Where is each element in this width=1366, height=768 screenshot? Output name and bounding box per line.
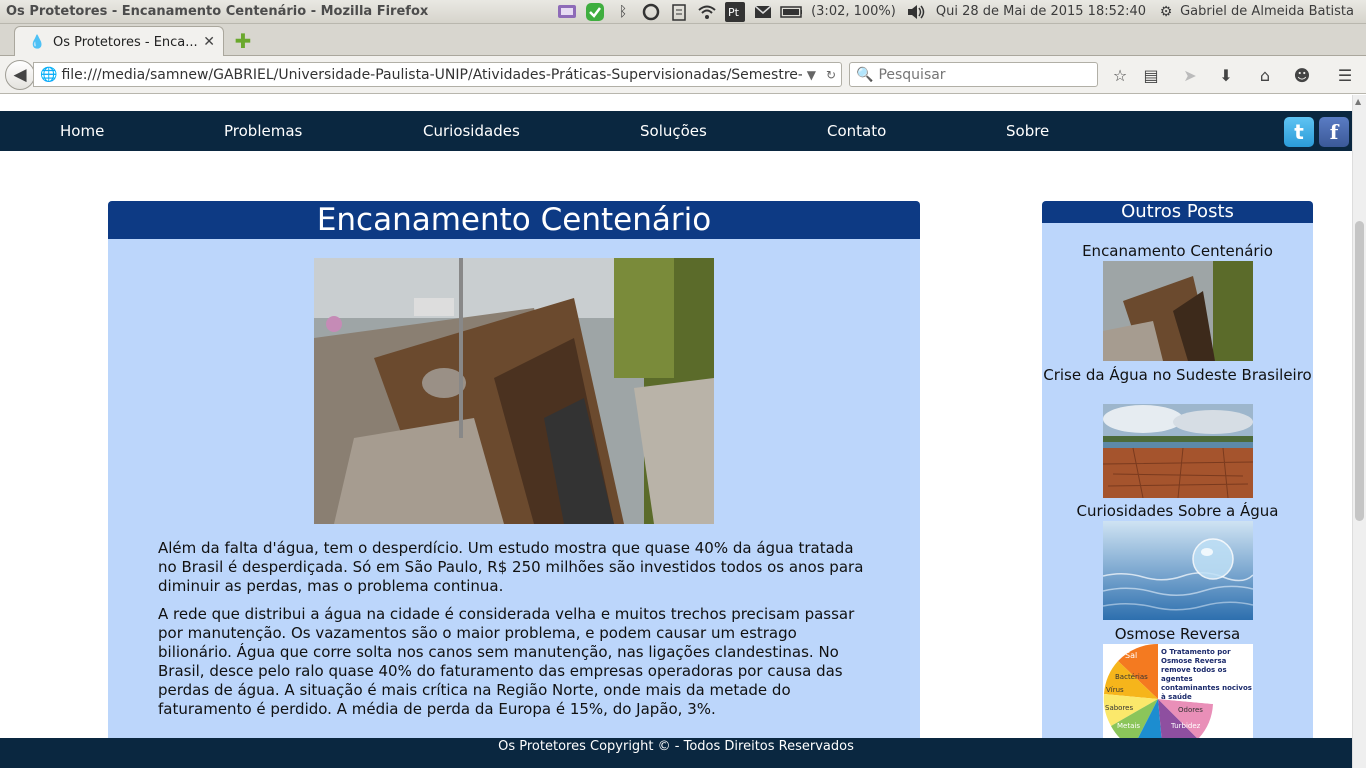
- url-text[interactable]: file:///media/samnew/GABRIEL/Universidad…: [61, 67, 801, 83]
- page-viewport: Home Problemas Curiosidades Soluções Con…: [0, 95, 1366, 768]
- search-box[interactable]: 🔍: [849, 62, 1098, 87]
- window-title: Os Protetores - Encanamento Centenário -…: [6, 4, 429, 19]
- navigation-toolbar: ◀ 🌐 file:///media/samnew/GABRIEL/Univers…: [0, 56, 1366, 94]
- os-top-panel: Os Protetores - Encanamento Centenário -…: [0, 0, 1366, 24]
- mail-icon[interactable]: [752, 1, 774, 23]
- tab-strip: 💧 Os Protetores - Enca... ✕ ✚: [0, 24, 1366, 57]
- screen-icon[interactable]: [556, 1, 578, 23]
- article-body: Além da falta d'água, tem o desperdício.…: [158, 539, 872, 728]
- scroll-thumb[interactable]: [1355, 221, 1364, 521]
- tab-active[interactable]: 💧 Os Protetores - Enca... ✕: [14, 26, 224, 57]
- page-scrollbar[interactable]: ▲: [1352, 95, 1366, 768]
- history-dropdown-icon[interactable]: ▼: [807, 68, 816, 82]
- wifi-icon[interactable]: [696, 1, 718, 23]
- sidebar-post-thumb-encanamento[interactable]: [1103, 261, 1253, 361]
- nav-sobre[interactable]: Sobre: [1006, 111, 1049, 151]
- search-input[interactable]: [878, 66, 1089, 83]
- send-icon[interactable]: ➤: [1178, 64, 1202, 86]
- sidebar-outros-posts: Outros Posts Encanamento Centenário Cris…: [1042, 201, 1313, 761]
- scroll-up-arrow-icon[interactable]: ▲: [1355, 97, 1361, 106]
- clock[interactable]: Qui 28 de Mai de 2015 18:52:40: [936, 4, 1146, 19]
- sidebar-post-title[interactable]: Encanamento Centenário: [1042, 242, 1313, 261]
- nav-solucoes[interactable]: Soluções: [640, 111, 707, 151]
- svg-text:Pt: Pt: [728, 6, 740, 19]
- ubuntu-one-icon[interactable]: [640, 1, 662, 23]
- new-tab-plus-icon[interactable]: ✚: [232, 29, 254, 53]
- keyboard-layout-icon[interactable]: Pt: [724, 1, 746, 23]
- volume-icon[interactable]: [905, 1, 927, 23]
- nav-curiosidades[interactable]: Curiosidades: [423, 111, 520, 151]
- osmose-slice-label: Odores: [1178, 706, 1203, 714]
- url-bar[interactable]: 🌐 file:///media/samnew/GABRIEL/Universid…: [33, 62, 842, 87]
- facebook-icon[interactable]: f: [1319, 117, 1349, 147]
- osmose-slice-label: Bactérias: [1115, 673, 1148, 681]
- article-paragraph: Além da falta d'água, tem o desperdício.…: [158, 539, 864, 595]
- article-photo-excavated-pipe: [314, 258, 714, 524]
- gear-icon[interactable]: ⚙: [1155, 1, 1177, 23]
- search-icon: 🔍: [856, 66, 874, 83]
- download-arrow-icon[interactable]: ⬇: [1214, 64, 1238, 86]
- menu-icon[interactable]: ☰: [1333, 64, 1357, 86]
- back-arrow-icon[interactable]: ◀: [5, 60, 35, 90]
- sidebar-post-title[interactable]: Osmose Reversa: [1042, 625, 1313, 644]
- sidebar-post-title[interactable]: Crise da Água no Sudeste Brasileiro: [1042, 366, 1313, 385]
- tab-title: Os Protetores - Enca...: [53, 34, 198, 50]
- system-tray: ᛒ Pt (3:02, 100%) Qui 28 de Mai de 2015 …: [553, 1, 1366, 23]
- bluetooth-icon[interactable]: ᛒ: [612, 1, 634, 23]
- article-paragraph: A rede que distribui a água na cidade é …: [158, 605, 855, 718]
- nav-contato[interactable]: Contato: [827, 111, 886, 151]
- sidebar-title: Outros Posts: [1042, 201, 1313, 223]
- footer-copyright: Os Protetores Copyright © - Todos Direit…: [498, 739, 854, 754]
- nav-home[interactable]: Home: [60, 111, 104, 151]
- sidebar-post-thumb-crise[interactable]: [1103, 404, 1253, 498]
- sidebar-post-title[interactable]: Curiosidades Sobre a Água: [1042, 502, 1313, 521]
- osmose-slice-label: Sal: [1125, 651, 1137, 660]
- osmose-slice-label: Vírus: [1106, 686, 1124, 694]
- article-title: Encanamento Centenário: [108, 201, 920, 239]
- battery-status: (3:02, 100%): [811, 4, 896, 19]
- sidebar-post-thumb-curiosidades[interactable]: [1103, 521, 1253, 620]
- reload-icon[interactable]: ↻: [826, 68, 836, 82]
- reading-list-icon[interactable]: ▤: [1139, 64, 1163, 86]
- osmose-caption: O Tratamento por Osmose Reversa remove t…: [1161, 648, 1252, 701]
- osmose-slice-label: Turbidez: [1170, 722, 1201, 730]
- sync-check-icon[interactable]: [584, 1, 606, 23]
- home-icon[interactable]: ⌂: [1253, 64, 1277, 86]
- article: Encanamento Centenário Além da falta d'á…: [108, 201, 920, 761]
- nav-problemas[interactable]: Problemas: [224, 111, 302, 151]
- clipboard-icon[interactable]: [668, 1, 690, 23]
- osmose-slice-label: Metais: [1117, 722, 1140, 730]
- site-nav: Home Problemas Curiosidades Soluções Con…: [0, 111, 1352, 151]
- site-footer: Os Protetores Copyright © - Todos Direit…: [0, 738, 1352, 768]
- battery-icon[interactable]: [780, 1, 803, 23]
- user-name[interactable]: Gabriel de Almeida Batista: [1180, 4, 1354, 19]
- chat-icon[interactable]: ☻: [1290, 64, 1314, 86]
- bookmark-star-icon[interactable]: ☆: [1108, 64, 1132, 86]
- sidebar-post-thumb-osmose[interactable]: Sal Bactérias Vírus Sabores Metais Odore…: [1103, 644, 1253, 738]
- twitter-icon[interactable]: t: [1284, 117, 1314, 147]
- close-icon[interactable]: ✕: [203, 34, 215, 50]
- globe-icon: 🌐: [40, 66, 58, 83]
- water-drop-icon: 💧: [29, 34, 46, 50]
- osmose-slice-label: Sabores: [1105, 704, 1133, 712]
